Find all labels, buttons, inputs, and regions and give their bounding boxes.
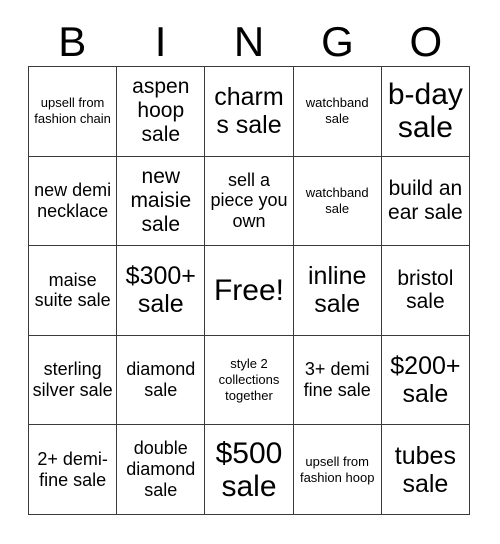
header-letter-o: O <box>409 18 443 65</box>
bingo-cell-label: tubes sale <box>394 441 456 498</box>
bingo-cell-label: new maisie sale <box>130 164 192 236</box>
bingo-cell-r2-c1[interactable]: new demi necklace <box>29 156 118 247</box>
bingo-cell-label: sell a piece you own <box>210 169 288 232</box>
bingo-cell-r5-c1[interactable]: 2+ demi- fine sale <box>29 425 118 515</box>
bingo-grid: upsell from fashion chain aspen hoop sale… <box>28 66 470 515</box>
bingo-cell-label: upsell from fashion chain <box>34 95 111 127</box>
bingo-cell-r2-c2[interactable]: new maisie sale <box>117 156 206 247</box>
bingo-header: B I N G O <box>28 18 470 66</box>
bingo-cell-label: double diamond sale <box>126 438 196 501</box>
header-letter-g: G <box>321 18 354 65</box>
header-letter-b: B <box>58 18 87 65</box>
header-letter-i: I <box>154 18 167 65</box>
bingo-cell-label: bristol sale <box>397 266 454 314</box>
bingo-cell-r4-c1[interactable]: sterling silver sale <box>29 335 118 426</box>
bingo-cell-label: b-day sale <box>387 78 463 145</box>
bingo-cell-label: watchband sale <box>305 185 369 216</box>
bingo-cell-r3-c4[interactable]: inline sale <box>293 246 382 336</box>
bingo-cell-label: maise suite sale <box>34 269 111 311</box>
bingo-cell-r4-c2[interactable]: diamond sale <box>117 335 206 426</box>
bingo-card: B I N G O upsell from fashion chain aspen… <box>0 0 500 544</box>
bingo-cell-label: new demi necklace <box>34 180 112 221</box>
bingo-free-space[interactable]: Free! <box>205 246 294 336</box>
bingo-cell-r1-c3[interactable]: charms sale <box>205 67 294 157</box>
bingo-cell-r1-c5[interactable]: b-day sale <box>381 67 470 157</box>
bingo-cell-label: style 2 collections together <box>218 356 280 404</box>
bingo-cell-label: aspen hoop sale <box>132 75 190 147</box>
bingo-cell-r4-c4[interactable]: 3+ demi fine sale <box>293 335 382 426</box>
bingo-cell-r1-c2[interactable]: aspen hoop sale <box>117 67 206 157</box>
bingo-cell-r3-c5[interactable]: bristol sale <box>381 246 470 336</box>
header-letter-n: N <box>233 18 265 65</box>
bingo-cell-label: diamond sale <box>126 359 196 401</box>
bingo-cell-r1-c1[interactable]: upsell from fashion chain <box>29 67 118 157</box>
bingo-cell-label: $300+ sale <box>125 262 196 319</box>
bingo-cell-label: $500 sale <box>215 436 283 503</box>
bingo-cell-r2-c5[interactable]: build an ear sale <box>381 156 470 247</box>
bingo-cell-label: 3+ demi fine sale <box>303 359 371 401</box>
bingo-cell-r5-c4[interactable]: upsell from fashion hoop <box>293 425 382 515</box>
bingo-cell-label: $200+ sale <box>390 352 461 409</box>
bingo-cell-r4-c3[interactable]: style 2 collections together <box>205 335 294 426</box>
bingo-cell-label: build an ear sale <box>388 176 463 224</box>
bingo-cell-r1-c4[interactable]: watchband sale <box>293 67 382 157</box>
bingo-cell-r5-c3[interactable]: $500 sale <box>205 425 294 515</box>
bingo-cell-r4-c5[interactable]: $200+ sale <box>381 335 470 426</box>
bingo-cell-label: sterling silver sale <box>32 359 113 401</box>
bingo-cell-label: Free! <box>213 273 284 307</box>
bingo-cell-r3-c1[interactable]: maise suite sale <box>29 246 118 336</box>
bingo-cell-label: charms sale <box>214 83 284 140</box>
bingo-cell-label: 2+ demi- fine sale <box>37 448 108 490</box>
bingo-cell-r2-c4[interactable]: watchband sale <box>293 156 382 247</box>
bingo-cell-label: watchband sale <box>305 95 369 127</box>
bingo-cell-r5-c2[interactable]: double diamond sale <box>117 425 206 515</box>
bingo-cell-r3-c2[interactable]: $300+ sale <box>117 246 206 336</box>
bingo-cell-r2-c3[interactable]: sell a piece you own <box>205 156 294 247</box>
bingo-cell-label: inline sale <box>308 262 367 319</box>
bingo-cell-r5-c5[interactable]: tubes sale <box>381 425 470 515</box>
bingo-cell-label: upsell from fashion hoop <box>299 453 375 485</box>
